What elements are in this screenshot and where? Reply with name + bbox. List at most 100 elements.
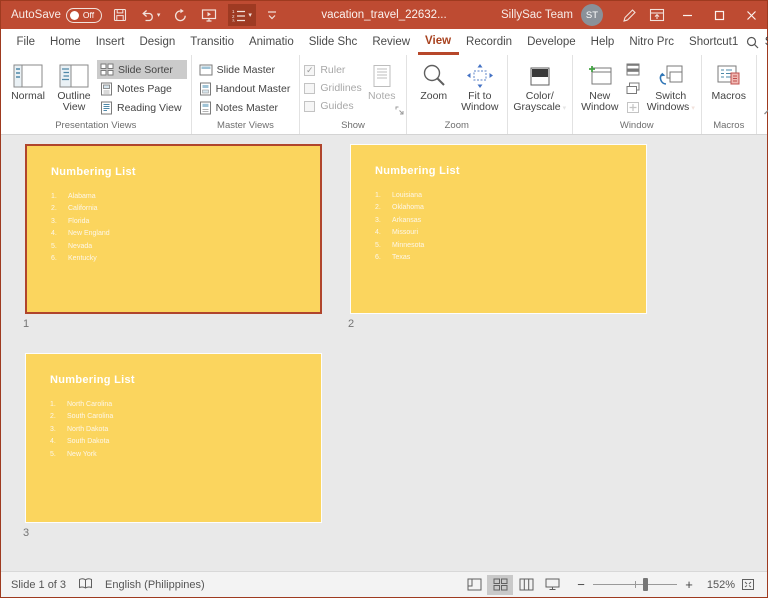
group-label-color-grayscale xyxy=(512,129,568,134)
svg-text:3: 3 xyxy=(232,18,235,22)
close-button[interactable] xyxy=(735,1,767,29)
slide-sorter-button[interactable]: Slide Sorter xyxy=(97,60,187,79)
fit-to-window-button[interactable]: Fit to Window xyxy=(457,58,503,113)
guides-checkbox[interactable]: Guides xyxy=(304,97,361,115)
arrange-all-button[interactable] xyxy=(623,60,645,79)
fit-to-window-status-icon xyxy=(741,578,755,591)
chevron-down-icon xyxy=(561,101,567,113)
collapse-ribbon-button[interactable] xyxy=(757,55,768,134)
avatar[interactable]: ST xyxy=(581,4,603,26)
maximize-button[interactable] xyxy=(703,1,735,29)
redo-button[interactable] xyxy=(171,4,190,26)
tab-help[interactable]: Help xyxy=(583,29,622,55)
tab-review[interactable]: Review xyxy=(365,29,418,55)
macros-button[interactable]: Macros xyxy=(706,58,752,102)
slide-sorter-label: Slide Sorter xyxy=(118,64,173,76)
normal-view-label: Normal xyxy=(11,91,45,102)
autosave-control[interactable]: AutoSave Off xyxy=(11,8,102,23)
slide-number-3: 3 xyxy=(23,527,29,539)
reading-view-status-button[interactable] xyxy=(513,575,539,595)
zoom-button[interactable]: Zoom xyxy=(411,58,457,102)
tab-insert[interactable]: Insert xyxy=(88,29,132,55)
group-master-views: Slide Master Handout Master xyxy=(192,55,301,134)
normal-view-icon xyxy=(13,63,43,89)
autosave-label: AutoSave xyxy=(11,9,61,21)
notes-button[interactable]: Notes xyxy=(362,58,402,102)
notes-page-button[interactable]: Notes Page xyxy=(97,79,187,98)
tab-transitions[interactable]: Transitio xyxy=(183,29,242,55)
autosave-toggle[interactable]: Off xyxy=(66,8,102,23)
slide-thumbnail-1[interactable]: Numbering List 1.Alabama 2.California 3.… xyxy=(25,144,322,314)
slide-list: 1.Alabama 2.California 3.Florida 4.New E… xyxy=(51,191,320,265)
slide-show-status-button[interactable] xyxy=(539,575,565,595)
gridlines-checkbox[interactable]: Gridlines xyxy=(304,79,361,97)
tab-home[interactable]: Home xyxy=(43,29,89,55)
tab-slide-show[interactable]: Slide Shc xyxy=(301,29,365,55)
slideshow-icon xyxy=(201,8,217,23)
toggle-knob-icon xyxy=(70,11,79,20)
search-box[interactable]: Search xyxy=(746,36,768,49)
notes-label: Notes xyxy=(368,91,395,102)
status-bar: Slide 1 of 3 English (Philippines) xyxy=(1,571,767,597)
customize-qat-button[interactable] xyxy=(265,4,279,26)
zoom-slider-thumb[interactable] xyxy=(643,578,648,591)
notes-master-button[interactable]: Notes Master xyxy=(196,98,296,117)
inking-button[interactable] xyxy=(615,1,643,29)
slide-thumbnail-2[interactable]: Numbering List 1.Louisiana 2.Oklahoma 3.… xyxy=(350,144,647,314)
save-button[interactable] xyxy=(111,4,129,26)
outline-view-button[interactable]: Outline View xyxy=(51,58,97,113)
move-split-icon xyxy=(626,101,640,114)
reading-view-status-icon xyxy=(519,578,534,591)
tab-developer[interactable]: Develope xyxy=(520,29,584,55)
tab-shortcut-tools[interactable]: Shortcut1 xyxy=(682,29,746,55)
color-grayscale-label-2: Grayscale xyxy=(513,101,560,113)
tab-view[interactable]: View xyxy=(418,29,459,55)
new-window-icon xyxy=(587,64,613,88)
minimize-button[interactable] xyxy=(671,1,703,29)
handout-master-button[interactable]: Handout Master xyxy=(196,79,296,98)
reading-view-label: Reading View xyxy=(117,102,182,114)
zoom-in-button[interactable]: + xyxy=(683,577,695,592)
slide-master-button[interactable]: Slide Master xyxy=(196,60,296,79)
color-grayscale-button[interactable]: Color/ Grayscale xyxy=(512,58,568,114)
powerpoint-window: AutoSave Off xyxy=(0,0,768,598)
slide-thumbnail-3[interactable]: Numbering List 1.North Carolina 2.South … xyxy=(25,353,322,523)
checkbox-unchecked-icon xyxy=(304,101,315,112)
normal-view-button[interactable]: Normal xyxy=(5,58,51,102)
switch-windows-label-2: Windows xyxy=(647,101,690,113)
tab-recording[interactable]: Recordin xyxy=(459,29,520,55)
tab-nitro-pro[interactable]: Nitro Prc xyxy=(622,29,682,55)
start-from-beginning-button[interactable] xyxy=(199,4,219,26)
undo-button[interactable] xyxy=(138,4,163,26)
new-window-button[interactable]: New Window xyxy=(577,58,623,113)
numbering-button[interactable]: 1 2 3 xyxy=(228,4,256,26)
reading-view-button[interactable]: Reading View xyxy=(97,98,187,117)
switch-windows-button[interactable]: Switch Windows xyxy=(645,58,697,114)
fit-slide-to-window-button[interactable] xyxy=(735,575,761,595)
normal-view-status-button[interactable] xyxy=(461,575,487,595)
tab-animations[interactable]: Animatio xyxy=(241,29,301,55)
account-name[interactable]: SillySac Team xyxy=(501,9,573,21)
notes-icon xyxy=(372,64,392,88)
cascade-windows-button[interactable] xyxy=(623,79,645,98)
tab-file[interactable]: File xyxy=(9,29,43,55)
spell-check-button[interactable] xyxy=(78,577,93,593)
language-indicator[interactable]: English (Philippines) xyxy=(105,579,205,591)
checkbox-unchecked-icon xyxy=(304,83,315,94)
slide-list: 1.Louisiana 2.Oklahoma 3.Arkansas 4.Miss… xyxy=(375,190,646,264)
ribbon-display-options-button[interactable] xyxy=(643,1,671,29)
zoom-out-button[interactable]: − xyxy=(575,577,587,592)
slide-number-1: 1 xyxy=(23,318,29,330)
slide-sorter-status-button[interactable] xyxy=(487,575,513,595)
ruler-checkbox[interactable]: Ruler xyxy=(304,61,361,79)
show-dialog-launcher[interactable] xyxy=(395,106,404,118)
macros-icon xyxy=(716,64,742,88)
group-color-grayscale: Color/ Grayscale xyxy=(508,55,573,134)
zoom-level[interactable]: 152% xyxy=(701,579,735,591)
move-split-button[interactable] xyxy=(623,98,645,117)
slide-sorter-icon xyxy=(100,63,114,76)
tab-design[interactable]: Design xyxy=(132,29,183,55)
search-icon xyxy=(746,36,759,49)
zoom-slider[interactable] xyxy=(593,584,677,585)
group-window: New Window xyxy=(573,55,702,134)
